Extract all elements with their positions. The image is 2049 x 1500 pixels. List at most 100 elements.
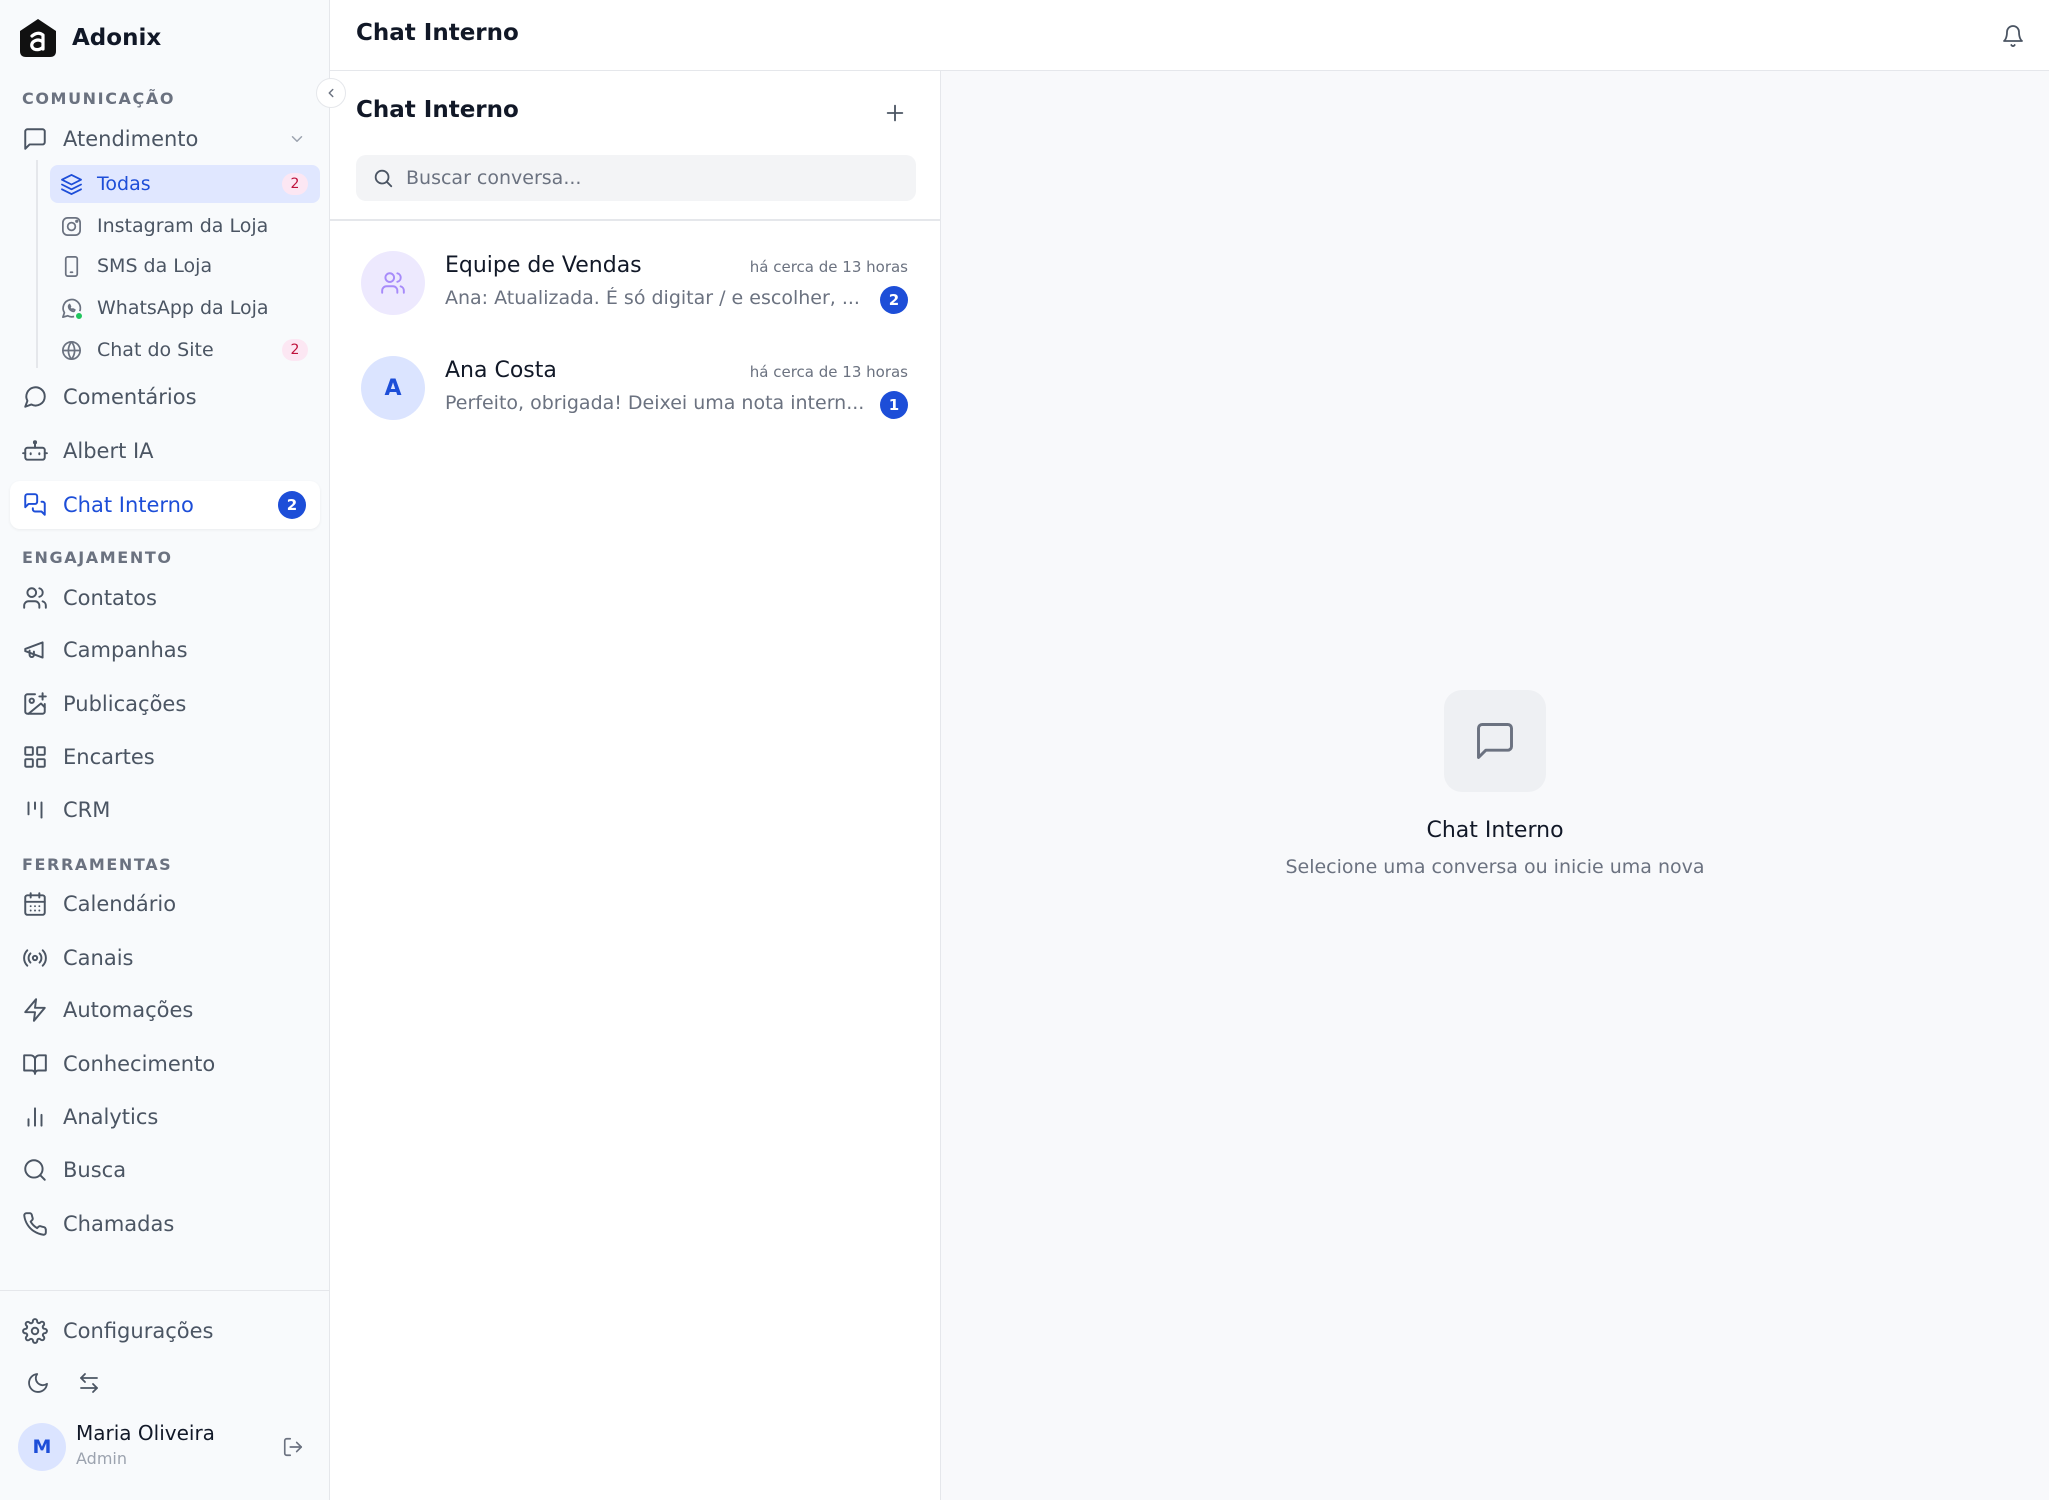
switch-account-button[interactable] [74,1368,104,1398]
calendar-icon [24,892,46,916]
notifications-button[interactable] [1995,18,2031,54]
brand-name: Adonix [72,25,162,51]
sidebar-item-label: Calendário [63,892,177,916]
settings-icon [22,1318,48,1344]
sidebar-item-label: Conhecimento [63,1052,216,1076]
unread-badge: 2 [880,286,908,314]
chat-empty-state: Chat Interno Selecione uma conversa ou i… [941,71,2049,1500]
sidebar-item-campanhas[interactable]: Campanhas [10,626,320,674]
sidebar-item-label: Chamadas [63,1212,175,1236]
layers-icon [61,173,82,195]
message-square-icon [1477,723,1513,759]
conversation-item[interactable]: Equipe de Vendas há cerca de 13 horas An… [330,251,940,351]
top-header: Chat Interno [330,0,2049,71]
smartphone-icon [64,255,79,277]
sidebar-item-label: Busca [63,1158,127,1182]
sidebar-item-crm[interactable]: CRM [10,786,320,834]
avatar[interactable]: M [18,1423,66,1471]
sidebar-item-publicacoes[interactable]: Publicações [10,680,320,728]
sidebar-item-label: Contatos [63,586,157,610]
unread-badge: 2 [282,173,308,195]
sidebar-item-encartes[interactable]: Encartes [10,733,320,781]
moon-icon [28,1373,48,1393]
logout-button[interactable] [278,1432,308,1462]
sidebar-item-chamadas[interactable]: Chamadas [10,1200,320,1248]
panel-title: Chat Interno [356,97,519,123]
sidebar-item-albert-ia[interactable]: Albert IA [10,427,320,475]
sidebar-subitem-label: WhatsApp da Loja [97,297,269,319]
sidebar-item-label: Campanhas [63,638,188,662]
user-role: Admin [76,1449,127,1468]
sidebar-item-label: Comentários [63,385,197,409]
kanban-icon [27,801,43,819]
unread-badge: 2 [278,491,306,519]
conversation-search[interactable] [356,155,916,201]
sidebar-item-label: CRM [63,798,111,822]
dark-mode-toggle[interactable] [23,1368,53,1398]
brand[interactable]: Adonix [18,18,161,58]
instagram-icon [62,216,81,236]
image-plus-icon [24,692,47,715]
zap-icon [24,998,46,1022]
collapse-sidebar-button[interactable] [316,78,346,108]
sidebar-item-label: Canais [63,946,134,970]
log-out-icon [283,1437,303,1457]
sidebar-item-calendario[interactable]: Calendário [10,880,320,928]
sidebar-subitem-todas[interactable]: Todas 2 [50,165,320,203]
sidebar-item-comentarios[interactable]: Comentários [10,373,320,421]
sidebar-item-automacoes[interactable]: Automações [10,986,320,1034]
conversation-preview: Perfeito, obrigada! Deixei uma nota inte… [445,392,865,414]
sidebar-item-atendimento[interactable]: Atendimento [10,115,320,163]
search-icon [24,1159,46,1181]
conversation-time: há cerca de 13 horas [749,363,908,381]
adonix-logo-icon [20,19,56,57]
sidebar-item-busca[interactable]: Busca [10,1146,320,1194]
chevron-down-icon [291,136,303,142]
conversation-name: Ana Costa [445,358,557,383]
users-icon [381,272,405,294]
sidebar: Adonix COMUNICAÇÃO Atendimento Todas 2 I… [0,0,346,1500]
sidebar-item-label: Configurações [63,1319,214,1343]
users-icon [23,587,47,609]
sidebar-item-contatos[interactable]: Contatos [10,574,320,622]
sidebar-item-analytics[interactable]: Analytics [10,1093,320,1141]
tree-line [36,160,38,368]
sidebar-divider [0,1290,329,1291]
sidebar-subitem-instagram[interactable]: Instagram da Loja [50,207,320,245]
radio-icon [23,949,47,967]
sidebar-item-configuracoes[interactable]: Configurações [10,1307,320,1355]
user-name: Maria Oliveira [76,1421,215,1445]
globe-icon [62,340,81,360]
messages-icon [24,493,46,516]
sidebar-item-conhecimento[interactable]: Conhecimento [10,1040,320,1088]
bar-chart-icon [27,1107,43,1127]
sidebar-subitem-label: SMS da Loja [97,255,213,277]
new-conversation-button[interactable] [877,95,913,131]
sidebar-subitem-chat-site[interactable]: Chat do Site 2 [50,331,320,369]
conversation-list-panel: Chat Interno Equipe de Vendas há cerca d… [330,71,941,1500]
book-open-icon [23,1054,47,1075]
message-circle-icon [24,386,46,408]
search-input[interactable] [406,155,906,201]
sidebar-subitem-sms[interactable]: SMS da Loja [50,247,320,285]
conversation-item[interactable]: A Ana Costa há cerca de 13 horas Perfeit… [330,356,940,456]
section-label-comunicacao: COMUNICAÇÃO [22,89,176,108]
section-label-engajamento: ENGAJAMENTO [22,548,173,567]
bot-icon [22,440,48,461]
online-status-dot [74,311,84,321]
phone-icon [23,1212,47,1236]
sidebar-subitem-label: Instagram da Loja [97,215,269,237]
sidebar-subitem-whatsapp[interactable]: WhatsApp da Loja [50,289,320,327]
sidebar-item-canais[interactable]: Canais [10,934,320,982]
avatar [361,251,425,315]
search-icon [374,169,393,188]
page-title: Chat Interno [356,20,519,46]
sidebar-item-chat-interno[interactable]: Chat Interno 2 [10,481,320,529]
arrows-swap-icon [80,1373,98,1393]
conversation-name: Equipe de Vendas [445,253,642,278]
sidebar-item-label: Automações [63,998,194,1022]
sidebar-item-label: Encartes [63,745,155,769]
unread-badge: 1 [880,391,908,419]
sidebar-item-label: Chat Interno [63,493,194,517]
message-square-icon [24,128,46,150]
